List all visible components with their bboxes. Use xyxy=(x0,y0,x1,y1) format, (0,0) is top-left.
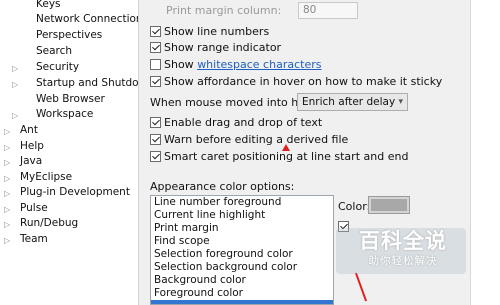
tree-item-search[interactable]: Search xyxy=(36,45,72,58)
color-label: Color: xyxy=(338,200,371,213)
tree-item-label: Plug-in Development xyxy=(20,186,130,198)
print-margin-label: Print margin column: xyxy=(166,4,282,17)
expand-arrow-icon[interactable]: ▷ xyxy=(4,141,10,154)
tree-item-label: Startup and Shutdown xyxy=(36,77,154,89)
tree-item-network-connections[interactable]: Network Connections xyxy=(36,13,148,26)
show-line-numbers-option[interactable]: Show line numbers xyxy=(150,25,269,38)
list-item[interactable]: Print margin xyxy=(151,222,333,235)
checkbox-icon[interactable] xyxy=(150,59,161,70)
expand-arrow-icon[interactable]: ▷ xyxy=(4,203,10,216)
expand-arrow-icon[interactable]: ▷ xyxy=(4,156,10,169)
tree-item-workspace[interactable]: ▷ Workspace xyxy=(12,108,94,121)
list-item[interactable]: Line number foreground xyxy=(151,196,333,209)
expand-arrow-icon[interactable]: ▷ xyxy=(4,234,10,247)
tree-item-label: Web Browser xyxy=(36,93,105,105)
smart-caret-option[interactable]: Smart caret positioning at line start an… xyxy=(150,150,408,163)
expand-arrow-icon[interactable]: ▷ xyxy=(4,218,10,231)
tree-item-perspectives[interactable]: Perspectives xyxy=(36,29,102,42)
tree-item-plugin-development[interactable]: ▷ Plug-in Development xyxy=(4,186,130,199)
tree-item-myeclipse[interactable]: ▷ MyEclipse xyxy=(4,171,73,184)
tree-item-java[interactable]: ▷ Java xyxy=(4,155,43,168)
list-item[interactable]: Find scope xyxy=(151,235,333,248)
tree-item-label: Workspace xyxy=(36,108,94,120)
appearance-color-list[interactable]: Line number foreground Current line high… xyxy=(150,195,334,305)
list-item[interactable]: Current line highlight xyxy=(151,209,333,222)
tree-item-label: Keys xyxy=(36,0,61,10)
expand-arrow-icon[interactable]: ▷ xyxy=(12,62,18,75)
tree-item-label: Network Connections xyxy=(36,13,149,25)
tree-item-label: Help xyxy=(20,140,44,152)
expand-arrow-icon[interactable]: ▷ xyxy=(12,78,18,91)
tree-item-startup-shutdown[interactable]: ▷ Startup and Shutdown xyxy=(12,77,154,90)
chevron-down-icon: ▾ xyxy=(398,97,403,107)
tree-item-ant[interactable]: ▷ Ant xyxy=(4,124,38,137)
show-affordance-option[interactable]: Show affordance in hover on how to make … xyxy=(150,75,442,88)
tree-item-security[interactable]: ▷ Security xyxy=(12,61,80,74)
option-label: Show xyxy=(164,58,198,71)
right-edge-strip xyxy=(470,0,500,305)
expand-arrow-icon[interactable]: ▷ xyxy=(12,109,18,122)
tree-item-label: Pulse xyxy=(20,202,48,214)
enable-drag-drop-option[interactable]: Enable drag and drop of text xyxy=(150,116,322,129)
tree-item-team[interactable]: ▷ Team xyxy=(4,233,48,246)
list-item[interactable]: Selection background color xyxy=(151,261,333,274)
checkbox-icon[interactable] xyxy=(150,26,161,37)
show-range-indicator-option[interactable]: Show range indicator xyxy=(150,41,281,54)
tree-item-keys[interactable]: Keys xyxy=(36,0,61,11)
appearance-color-options-label: Appearance color options: xyxy=(150,180,295,193)
tree-item-label: Run/Debug xyxy=(20,217,79,229)
option-label: Smart caret positioning at line start an… xyxy=(164,150,409,163)
tree-item-label: Search xyxy=(36,45,73,57)
tree-item-label: MyEclipse xyxy=(20,171,73,183)
tree-item-web-browser[interactable]: Web Browser xyxy=(36,93,105,106)
option-label: Show line numbers xyxy=(164,25,270,38)
tree-item-label: Perspectives xyxy=(36,29,103,41)
tree-item-help[interactable]: ▷ Help xyxy=(4,140,44,153)
tree-item-label: Team xyxy=(20,233,48,245)
select-value: Enrich after delay xyxy=(302,96,396,108)
preferences-tree: Keys Network Connections Perspectives Se… xyxy=(0,0,154,305)
annotation-arrow-icon xyxy=(282,144,290,151)
expand-arrow-icon[interactable]: ▷ xyxy=(4,172,10,185)
checkbox-icon[interactable] xyxy=(150,76,161,87)
whitespace-characters-link[interactable]: whitespace characters xyxy=(197,58,321,71)
list-item[interactable]: Selection foreground color xyxy=(151,248,333,261)
option-label: Show range indicator xyxy=(164,41,282,54)
expand-arrow-icon[interactable]: ▷ xyxy=(4,125,10,138)
tree-item-pulse[interactable]: ▷ Pulse xyxy=(4,202,48,215)
tree-item-run-debug[interactable]: ▷ Run/Debug xyxy=(4,217,79,230)
checkbox-icon[interactable] xyxy=(150,42,161,53)
show-whitespace-option[interactable]: Show whitespace characters xyxy=(150,58,321,71)
checkbox-icon[interactable] xyxy=(150,134,161,145)
hover-behavior-select[interactable]: Enrich after delay ▾ xyxy=(297,93,408,111)
option-label: Warn before editing a derived file xyxy=(164,133,349,146)
tree-item-label: Security xyxy=(36,61,80,73)
checkbox-icon[interactable] xyxy=(150,117,161,128)
list-item[interactable]: Foreground color xyxy=(151,287,333,300)
list-item-selected[interactable] xyxy=(151,300,333,304)
option-label: Show affordance in hover on how to make … xyxy=(164,75,443,88)
tree-item-label: Java xyxy=(20,155,43,167)
watermark-title: 百科全说 xyxy=(359,229,447,253)
expand-arrow-icon[interactable]: ▷ xyxy=(4,187,10,200)
checkbox-icon[interactable] xyxy=(150,151,161,162)
color-picker-button[interactable] xyxy=(368,196,410,214)
watermark-logo: 百科全说 助你轻松解决 xyxy=(342,228,464,268)
option-label: Enable drag and drop of text xyxy=(164,116,323,129)
print-margin-input[interactable]: 80 xyxy=(298,2,358,19)
list-item[interactable]: Background color xyxy=(151,274,333,287)
warn-derived-file-option[interactable]: Warn before editing a derived file xyxy=(150,133,348,146)
tree-item-label: Ant xyxy=(20,124,38,136)
watermark-subtitle: 助你轻松解决 xyxy=(368,255,438,267)
